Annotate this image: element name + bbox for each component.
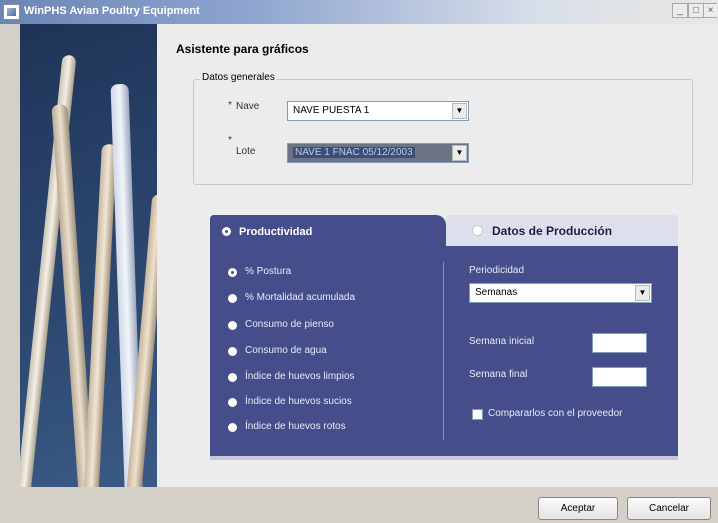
general-data-group — [193, 79, 693, 185]
semana-final-input[interactable] — [592, 367, 647, 387]
chevron-down-icon[interactable]: ▼ — [635, 285, 650, 301]
semana-final-label: Semana final — [469, 369, 528, 380]
window-title: WinPHS Avian Poultry Equipment — [24, 5, 200, 17]
tab-radio-datos-produccion[interactable] — [473, 226, 482, 235]
radio-icon[interactable] — [228, 347, 237, 356]
cancelar-button[interactable]: Cancelar — [627, 497, 711, 520]
lote-select[interactable]: NAVE 1 FNAC 05/12/2003 ▼ — [287, 143, 469, 163]
option-label: Índice de huevos sucios — [245, 396, 352, 407]
app-icon — [3, 4, 20, 20]
option-label: Consumo de agua — [245, 345, 327, 356]
semana-inicial-label: Semana inicial — [469, 336, 535, 347]
nave-label: Nave — [236, 101, 260, 112]
wizard-title: Asistente para gráficos — [176, 42, 309, 56]
nave-select[interactable]: NAVE PUESTA 1 ▼ — [287, 101, 469, 121]
option-label: % Postura — [245, 266, 292, 277]
comparar-checkbox[interactable] — [472, 409, 483, 420]
semana-inicial-input[interactable] — [592, 333, 647, 353]
wizard-side-image — [20, 24, 157, 487]
option-label: Índice de huevos rotos — [245, 421, 346, 432]
title-bar[interactable]: WinPHS Avian Poultry Equipment _ □ × — [0, 0, 718, 24]
periodicidad-select[interactable]: Semanas ▼ — [469, 283, 652, 303]
radio-icon[interactable] — [228, 423, 237, 432]
maximize-button[interactable]: □ — [688, 3, 704, 18]
radio-icon[interactable] — [228, 321, 237, 330]
tab-label-datos-produccion: Datos de Producción — [492, 224, 613, 238]
close-button[interactable]: × — [703, 3, 717, 18]
lote-select-value: NAVE 1 FNAC 05/12/2003 — [293, 147, 415, 158]
option-label: Consumo de pienso — [245, 319, 334, 330]
tab-radio-productividad[interactable] — [222, 227, 231, 236]
tab-label-productividad: Productividad — [239, 226, 313, 238]
cancelar-label: Cancelar — [648, 503, 690, 514]
lote-label: Lote — [236, 146, 256, 157]
radio-selected-icon[interactable] — [228, 268, 237, 277]
radio-icon[interactable] — [228, 373, 237, 382]
nave-required-mark: * — [228, 100, 232, 111]
lote-required-mark: * — [228, 135, 232, 146]
general-data-legend: Datos generales — [200, 72, 277, 83]
panel-divider — [443, 262, 444, 440]
tab-panel-bottom — [210, 456, 678, 460]
aceptar-button[interactable]: Aceptar — [538, 497, 618, 520]
chevron-down-icon[interactable]: ▼ — [452, 145, 467, 161]
periodicidad-label: Periodicidad — [469, 265, 525, 276]
comparar-label: Compararlos con el proveedor — [488, 408, 623, 419]
option-label: % Mortalidad acumulada — [245, 292, 356, 303]
radio-icon[interactable] — [228, 294, 237, 303]
periodicidad-select-value: Semanas — [475, 287, 518, 298]
radio-icon[interactable] — [228, 398, 237, 407]
chevron-down-icon[interactable]: ▼ — [452, 103, 467, 119]
nave-select-value: NAVE PUESTA 1 — [293, 105, 370, 116]
minimize-button[interactable]: _ — [672, 3, 688, 18]
aceptar-label: Aceptar — [560, 503, 596, 514]
option-label: Índice de huevos limpios — [245, 371, 355, 382]
